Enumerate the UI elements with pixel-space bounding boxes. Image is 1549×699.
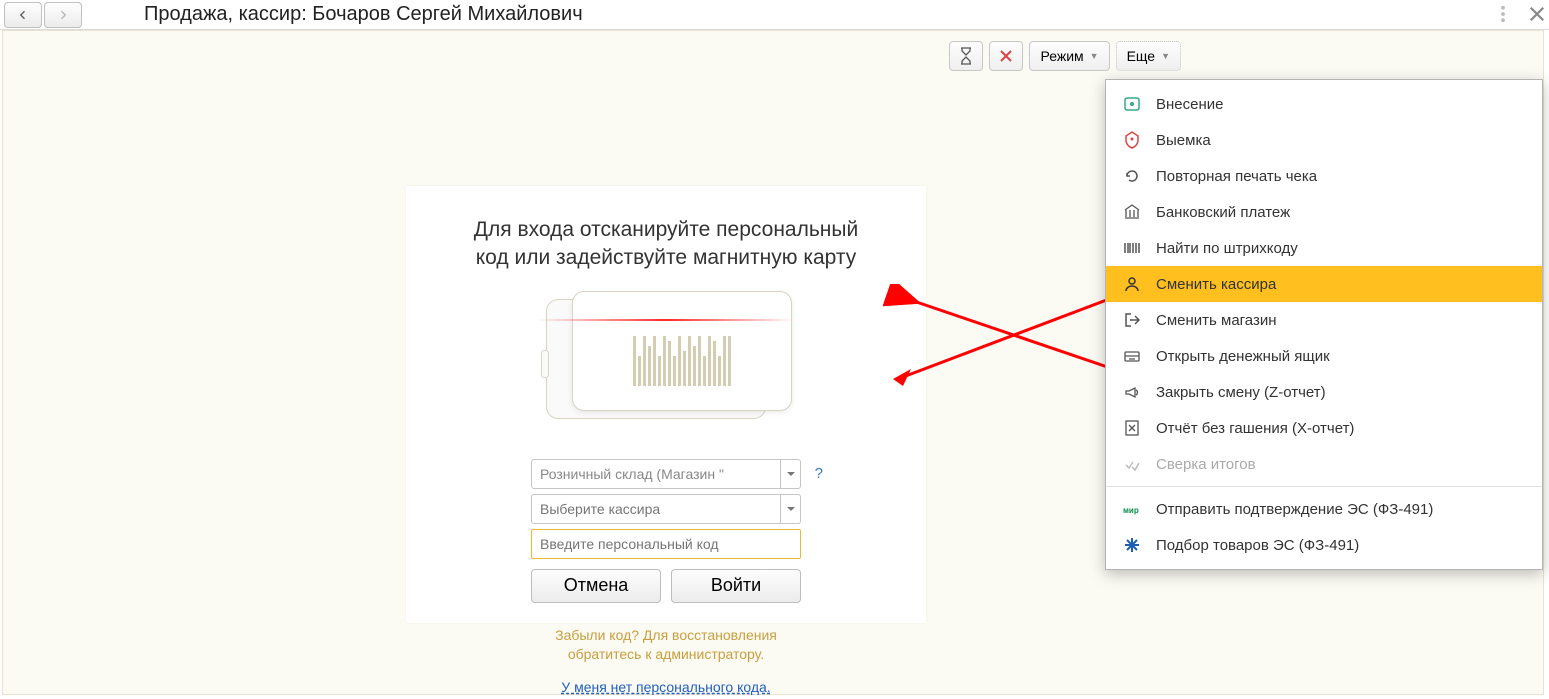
menu-item-label: Закрыть смену (Z-отчет) [1156,384,1326,401]
cancel-button[interactable]: Отмена [531,569,661,603]
menu-item-user[interactable]: Сменить кассира [1106,266,1542,302]
mode-label: Режим [1040,48,1083,64]
menu-item-check: Сверка итогов [1106,446,1542,482]
menu-item-label: Сменить кассира [1156,276,1276,293]
nav-forward-button[interactable] [44,2,82,28]
check-icon [1122,454,1142,474]
hourglass-button[interactable] [949,41,983,71]
bank-icon [1122,202,1142,222]
svg-text:мир: мир [1123,506,1139,515]
menu-item-xreport[interactable]: Отчёт без гашения (X-отчет) [1106,410,1542,446]
warehouse-value[interactable] [532,466,780,482]
warehouse-dropdown-icon[interactable] [780,460,800,488]
menu-item-label: Сверка итогов [1156,456,1256,473]
menu-item-label: Отчёт без гашения (X-отчет) [1156,420,1354,437]
chevron-down-icon: ▼ [1090,51,1099,61]
hourglass-icon [958,47,974,65]
withdraw-icon [1122,130,1142,150]
reprint-icon [1122,166,1142,186]
menu-item-label: Подбор товаров ЭС (ФЗ-491) [1156,537,1359,554]
x-red-icon [999,49,1013,63]
cashier-dropdown-icon[interactable] [780,495,800,523]
menu-item-label: Выемка [1156,132,1211,149]
menu-divider [1106,486,1542,487]
arrow-right-icon [57,9,69,21]
login-button[interactable]: Войти [671,569,801,603]
drawer-icon [1122,346,1142,366]
menu-item-label: Отправить подтверждение ЭС (ФЗ-491) [1156,501,1433,518]
menu-item-star[interactable]: Подбор товаров ЭС (ФЗ-491) [1106,527,1542,563]
menu-item-mir[interactable]: мир Отправить подтверждение ЭС (ФЗ-491) [1106,491,1542,527]
menu-item-label: Внесение [1156,96,1223,113]
warehouse-select[interactable] [531,459,801,489]
menu-item-barcode[interactable]: Найти по штрихкоду [1106,230,1542,266]
nav-back-button[interactable] [4,2,42,28]
cashier-value[interactable] [532,501,780,517]
more-label: Еще [1127,48,1156,64]
barcode-icon [1122,238,1142,258]
menu-item-label: Сменить магазин [1156,312,1277,329]
mir-icon: мир [1122,499,1142,519]
menu-item-label: Банковский платеж [1156,204,1290,221]
mode-button[interactable]: Режим ▼ [1029,41,1109,71]
cashier-select[interactable] [531,494,801,524]
menu-item-bank[interactable]: Банковский платеж [1106,194,1542,230]
user-icon [1122,274,1142,294]
star-icon [1122,535,1142,555]
deposit-icon [1122,94,1142,114]
more-dropdown: Внесение Выемка Повторная печать чека Банко… [1105,79,1543,570]
xreport-icon [1122,418,1142,438]
page-title: Продажа, кассир: Бочаров Сергей Михайлов… [144,3,583,26]
delete-button[interactable] [989,41,1023,71]
menu-item-withdraw[interactable]: Выемка [1106,122,1542,158]
login-panel: Для входа отсканируйте персональный код … [406,186,926,623]
close-icon[interactable] [1527,4,1547,24]
menu-item-drawer[interactable]: Открыть денежный ящик [1106,338,1542,374]
menu-item-reprint[interactable]: Повторная печать чека [1106,158,1542,194]
personal-code-input[interactable] [531,529,801,559]
login-heading: Для входа отсканируйте персональный код … [446,216,886,273]
more-button[interactable]: Еще ▼ [1116,41,1181,71]
menu-item-exit[interactable]: Сменить магазин [1106,302,1542,338]
window-menu-icon[interactable] [1493,4,1513,24]
menu-item-horn[interactable]: Закрыть смену (Z-отчет) [1106,374,1542,410]
no-code-link[interactable]: У меня нет персонального кода. [561,679,770,695]
menu-item-label: Найти по штрихкоду [1156,240,1298,257]
forgot-hint: Забыли код? Для восстановления обратитес… [406,626,926,664]
menu-item-deposit[interactable]: Внесение [1106,86,1542,122]
menu-item-label: Повторная печать чека [1156,168,1317,185]
help-icon[interactable]: ? [815,465,823,482]
exit-icon [1122,310,1142,330]
scan-card-illustration [536,291,796,441]
horn-icon [1122,382,1142,402]
arrow-left-icon [17,9,29,21]
menu-item-label: Открыть денежный ящик [1156,348,1330,365]
chevron-down-icon: ▼ [1161,51,1170,61]
